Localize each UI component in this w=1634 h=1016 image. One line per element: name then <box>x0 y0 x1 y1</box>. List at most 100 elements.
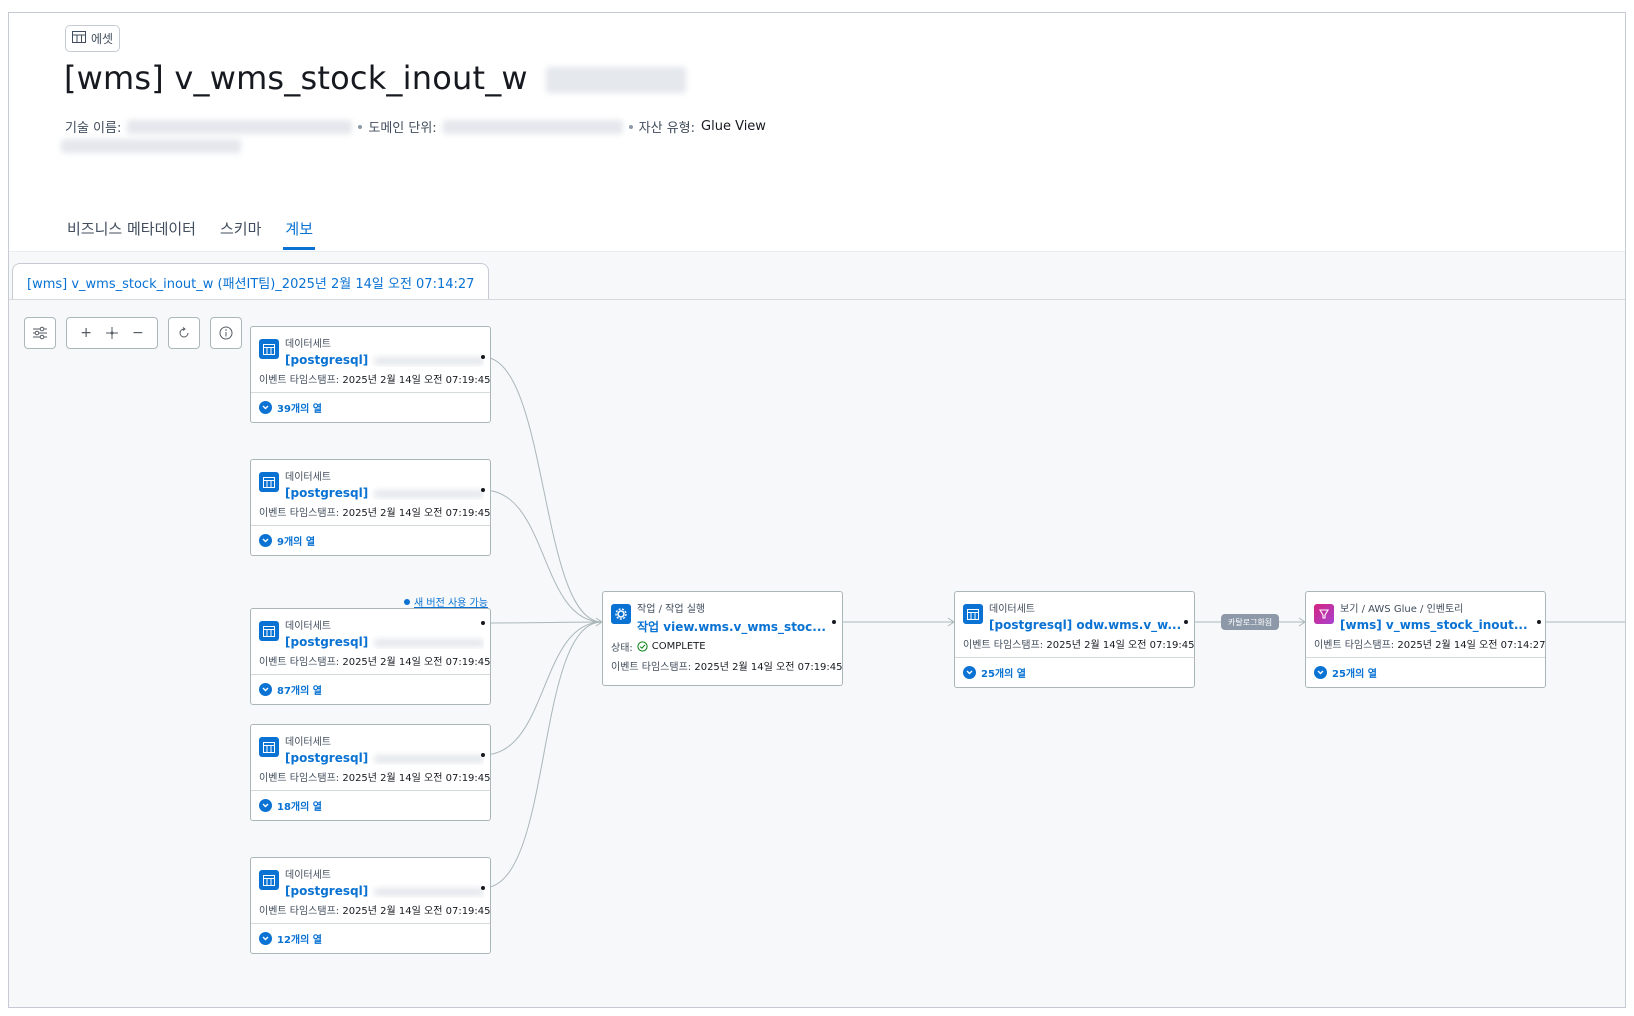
dataset-icon <box>259 339 279 359</box>
asset-type-label: 자산 유형: <box>638 121 696 136</box>
source-dataset-node[interactable]: 데이터세트 [postgresql] 이벤트 타임스탬프: 2025년 2월 1… <box>250 459 491 556</box>
node-timestamp: 이벤트 타임스탬프: 2025년 2월 14일 오전 07:19:45 <box>259 773 491 784</box>
columns-toggle[interactable]: 9개의 열 <box>251 525 490 555</box>
node-timestamp: 이벤트 타임스탬프: 2025년 2월 14일 오전 07:19:45 <box>259 375 491 386</box>
source-dataset-node[interactable]: 데이터세트 [postgresql] 이벤트 타임스탬프: 2025년 2월 1… <box>250 724 491 821</box>
redacted-meta-line <box>61 139 241 153</box>
chevron-down-icon <box>259 799 272 812</box>
node-kind: 데이터세트 <box>285 870 331 881</box>
separator-dot <box>358 124 363 129</box>
node-name[interactable]: [postgresql] odw.wms.v_w... <box>989 618 1181 632</box>
gear-icon <box>611 604 631 624</box>
columns-toggle[interactable]: 18개의 열 <box>251 790 490 820</box>
table-icon <box>72 31 86 46</box>
columns-toggle[interactable]: 87개의 열 <box>251 674 490 704</box>
asset-badge: 에셋 <box>65 25 121 52</box>
node-kind: 데이터세트 <box>285 737 331 748</box>
tab-lineage[interactable]: 계보 <box>283 218 315 250</box>
asset-badge-label: 에셋 <box>91 32 114 46</box>
source-dataset-node[interactable]: 데이터세트 [postgresql] 이벤트 타임스탬프: 2025년 2월 1… <box>250 857 491 954</box>
node-timestamp: 이벤트 타임스탬프: 2025년 2월 14일 오전 07:14:27 <box>1314 640 1546 651</box>
output-dataset-node[interactable]: 데이터세트 [postgresql] odw.wms.v_w... 이벤트 타임… <box>954 591 1195 688</box>
info-button[interactable] <box>210 317 242 349</box>
node-name[interactable]: 작업 view.wms.v_wms_stoc... <box>637 618 826 635</box>
job-run-node[interactable]: 작업 / 작업 실행 작업 view.wms.v_wms_stoc... 상태:… <box>602 591 843 686</box>
lineage-version-tab[interactable]: [wms] v_wms_stock_inout_w (패션IT팀)_2025년 … <box>12 263 490 300</box>
redacted-technical-name <box>127 119 353 134</box>
node-kind: 데이터세트 <box>285 472 331 483</box>
chevron-down-icon <box>259 932 272 945</box>
edge-source-1-job <box>482 356 603 623</box>
edge-source-2-job <box>482 489 603 623</box>
node-name[interactable]: [postgresql] <box>285 751 485 765</box>
redacted-title-suffix <box>546 67 687 93</box>
node-name[interactable]: [postgresql] <box>285 884 485 898</box>
glue-view-node[interactable]: 보기 / AWS Glue / 인벤토리 [wms] v_wms_stock_i… <box>1305 591 1546 688</box>
move-icon[interactable] <box>106 327 118 339</box>
node-kind: 데이터세트 <box>989 604 1035 615</box>
edge-port <box>481 621 485 625</box>
node-timestamp: 이벤트 타임스탬프: 2025년 2월 14일 오전 07:19:45 <box>611 662 843 673</box>
columns-toggle[interactable]: 39개의 열 <box>251 392 490 422</box>
job-status: 상태: COMPLETE <box>611 641 706 654</box>
node-kind: 작업 / 작업 실행 <box>637 604 706 615</box>
edge-port <box>481 355 485 359</box>
page-title: [wms] v_wms_stock_inout_w <box>64 59 687 97</box>
divider <box>9 299 1625 300</box>
tab-business-metadata[interactable]: 비즈니스 메타데이터 <box>65 218 198 250</box>
columns-toggle[interactable]: 12개의 열 <box>251 923 490 953</box>
edge-port <box>481 753 485 757</box>
columns-toggle[interactable]: 25개의 열 <box>955 657 1194 687</box>
edge-source-3-job <box>482 621 603 624</box>
node-timestamp: 이벤트 타임스탬프: 2025년 2월 14일 오전 07:19:45 <box>259 657 491 668</box>
zoom-in-button[interactable]: + <box>80 325 92 341</box>
node-name[interactable]: [postgresql] <box>285 486 485 500</box>
domain-unit-label: 도메인 단위: <box>368 121 437 136</box>
zoom-controls: + − <box>66 317 158 349</box>
dataset-icon <box>259 870 279 890</box>
source-dataset-node[interactable]: 데이터세트 [postgresql] 이벤트 타임스탬프: 2025년 2월 1… <box>250 608 491 705</box>
glue-view-icon <box>1314 604 1334 624</box>
tab-bar: 비즈니스 메타데이터 스키마 계보 <box>65 218 315 250</box>
asset-meta: 기술 이름: 도메인 단위: 자산 유형: Glue View <box>65 117 766 136</box>
node-kind: 보기 / AWS Glue / 인벤토리 <box>1340 604 1464 615</box>
sliders-icon <box>33 326 47 340</box>
reset-button[interactable] <box>168 317 200 349</box>
edge-port <box>481 488 485 492</box>
new-version-link[interactable]: 새 버전 사용 가능 <box>404 594 488 609</box>
separator-dot <box>628 124 633 129</box>
columns-toggle[interactable]: 25개의 열 <box>1306 657 1545 687</box>
page-title-text: [wms] v_wms_stock_inout_w <box>64 59 528 97</box>
edge-source-5-job <box>482 621 603 889</box>
dataset-icon <box>963 604 983 624</box>
zoom-out-button[interactable]: − <box>132 325 144 341</box>
new-version-dot <box>404 598 410 605</box>
dataset-icon <box>259 621 279 641</box>
asset-detail-page: 에셋 [wms] v_wms_stock_inout_w 기술 이름: 도메인 … <box>8 12 1626 1008</box>
chevron-down-icon <box>259 401 272 414</box>
lineage-canvas[interactable]: [wms] v_wms_stock_inout_w (패션IT팀)_2025년 … <box>9 251 1625 1007</box>
check-circle-icon <box>637 641 648 652</box>
node-timestamp: 이벤트 타임스탬프: 2025년 2월 14일 오전 07:19:45 <box>259 508 491 519</box>
node-name[interactable]: [postgresql] <box>285 353 485 367</box>
lineage-settings-button[interactable] <box>24 317 56 349</box>
edge-source-4-job <box>482 621 603 756</box>
asset-type-value: Glue View <box>701 119 766 134</box>
node-name[interactable]: [postgresql] <box>285 635 485 649</box>
node-timestamp: 이벤트 타임스탬프: 2025년 2월 14일 오전 07:19:45 <box>259 906 491 917</box>
info-icon <box>219 326 233 340</box>
technical-name-label: 기술 이름: <box>65 121 122 136</box>
edge-port <box>481 886 485 890</box>
dataset-icon <box>259 472 279 492</box>
source-dataset-node[interactable]: 데이터세트 [postgresql] 이벤트 타임스탬프: 2025년 2월 1… <box>250 326 491 423</box>
node-name[interactable]: [wms] v_wms_stock_inout... <box>1340 618 1528 632</box>
dataset-icon <box>259 737 279 757</box>
refresh-icon <box>179 327 189 338</box>
tab-schema[interactable]: 스키마 <box>218 218 263 250</box>
chevron-down-icon <box>963 666 976 679</box>
chevron-down-icon <box>259 683 272 696</box>
node-timestamp: 이벤트 타임스탬프: 2025년 2월 14일 오전 07:19:45 <box>963 640 1195 651</box>
edge-port <box>832 620 836 624</box>
chevron-down-icon <box>1314 666 1327 679</box>
node-kind: 데이터세트 <box>285 339 331 350</box>
